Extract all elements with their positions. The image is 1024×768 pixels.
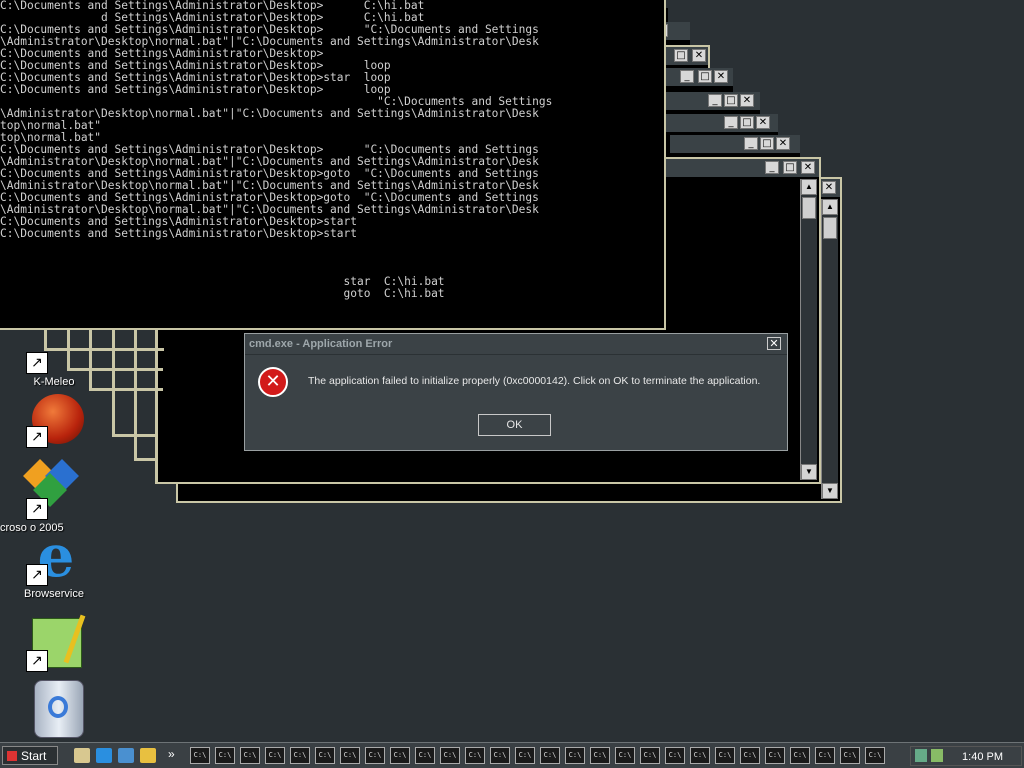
console-window[interactable]: C:\Documents and Settings\Administrator\… — [0, 0, 666, 330]
clock[interactable]: 1:40 PM — [962, 751, 1003, 763]
ok-button[interactable]: OK — [478, 414, 551, 436]
taskbar-console-button[interactable]: C:\ — [690, 747, 710, 764]
taskbar-console-button[interactable]: C:\ — [765, 747, 785, 764]
taskbar-console-button[interactable]: C:\ — [265, 747, 285, 764]
maximize-icon[interactable]: □ — [698, 70, 712, 83]
taskbar-console-button[interactable]: C:\ — [615, 747, 635, 764]
scroll-down-icon[interactable]: ▼ — [801, 464, 817, 480]
taskbar-console-button[interactable]: C:\ — [665, 747, 685, 764]
taskbar-console-button[interactable]: C:\ — [640, 747, 660, 764]
taskbar-console-button[interactable]: C:\ — [365, 747, 385, 764]
minimize-icon[interactable]: _ — [680, 70, 694, 83]
start-button[interactable]: Start — [2, 746, 58, 765]
maximize-icon[interactable]: □ — [674, 49, 688, 62]
recycle-bin-icon — [24, 678, 84, 738]
taskbar-console-button[interactable]: C:\ — [215, 747, 235, 764]
shortcut-arrow-icon: ↗ — [26, 352, 48, 374]
taskbar-console-button[interactable]: C:\ — [415, 747, 435, 764]
close-icon[interactable]: ✕ — [776, 137, 790, 150]
start-label: Start — [21, 749, 47, 763]
maximize-icon[interactable]: □ — [760, 137, 774, 150]
shortcut-arrow-icon: ↗ — [26, 498, 48, 520]
scroll-up-icon[interactable]: ▲ — [822, 199, 838, 215]
console-output: C:\Documents and Settings\Administrator\… — [0, 0, 553, 300]
minimize-icon[interactable]: _ — [744, 137, 758, 150]
application-error-dialog[interactable]: cmd.exe - Application Error ✕ ✕ The appl… — [244, 333, 788, 451]
error-icon: ✕ — [258, 367, 288, 397]
minimize-icon[interactable]: _ — [708, 94, 722, 107]
taskbar-console-button[interactable]: C:\ — [565, 747, 585, 764]
taskbar-console-button[interactable]: C:\ — [240, 747, 260, 764]
maximize-icon[interactable]: □ — [724, 94, 738, 107]
taskbar-console-button[interactable]: C:\ — [840, 747, 860, 764]
close-icon[interactable]: ✕ — [756, 116, 770, 129]
taskbar-console-button[interactable]: C:\ — [315, 747, 335, 764]
taskbar-console-button[interactable]: C:\ — [790, 747, 810, 764]
scrollbar[interactable]: ▲ ▼ — [800, 179, 817, 480]
taskbar-console-button[interactable]: C:\ — [490, 747, 510, 764]
dialog-message: The application failed to initialize pro… — [308, 375, 761, 387]
quick-launch-chevron[interactable]: » — [168, 747, 175, 761]
frame-line — [134, 458, 156, 461]
taskbar-console-button[interactable]: C:\ — [190, 747, 210, 764]
desktop-icon-red-ball[interactable]: ↗ — [18, 390, 90, 450]
close-icon[interactable]: ✕ — [822, 181, 836, 194]
search-icon[interactable] — [140, 748, 156, 763]
desktop-icon-label: K-Meleo — [33, 376, 75, 388]
taskbar-console-button[interactable]: C:\ — [465, 747, 485, 764]
taskbar-console-button[interactable]: C:\ — [740, 747, 760, 764]
taskbar: Start » C:\ C:\ C:\ C:\ C:\ C:\ C:\ C:\ C:\ C:\ C:… — [0, 742, 1024, 768]
desktop-icon-internet-explorer[interactable]: e ↗ Browservice — [18, 527, 90, 600]
internet-explorer-icon: e ↗ — [24, 527, 84, 588]
maximize-icon[interactable]: □ — [740, 116, 754, 129]
taskbar-console-button[interactable]: C:\ — [540, 747, 560, 764]
taskbar-console-button[interactable]: C:\ — [815, 747, 835, 764]
scrollbar[interactable]: ▲ ▼ — [821, 199, 838, 499]
paint-frog-icon: ↗ — [24, 614, 86, 674]
minimize-icon[interactable]: _ — [724, 116, 738, 129]
taskbar-console-button[interactable]: C:\ — [390, 747, 410, 764]
minimize-icon[interactable]: _ — [765, 161, 779, 174]
windows-flag-icon — [7, 751, 17, 761]
desktop-icon-paint-frog[interactable]: ↗ — [18, 614, 90, 674]
close-icon[interactable]: ✕ — [692, 49, 706, 62]
system-tray: 1:40 PM — [910, 746, 1022, 766]
outlook-icon[interactable] — [118, 748, 134, 763]
taskbar-console-button[interactable]: C:\ — [865, 747, 885, 764]
shortcut-arrow-icon: ↗ — [26, 426, 48, 448]
internet-explorer-icon[interactable] — [96, 748, 112, 763]
network-icon[interactable] — [915, 749, 927, 762]
close-icon[interactable]: ✕ — [740, 94, 754, 107]
tray-app-icon[interactable] — [931, 749, 943, 762]
scroll-up-icon[interactable]: ▲ — [801, 179, 817, 195]
shortcut-arrow-icon: ↗ — [26, 650, 48, 672]
dialog-title: cmd.exe - Application Error — [245, 334, 787, 355]
scroll-thumb[interactable] — [802, 197, 816, 219]
taskbar-console-button[interactable]: C:\ — [715, 747, 735, 764]
taskbar-console-button[interactable]: C:\ — [340, 747, 360, 764]
maximize-icon[interactable]: □ — [783, 161, 797, 174]
close-icon[interactable]: ✕ — [714, 70, 728, 83]
shortcut-arrow-icon: ↗ — [26, 564, 48, 586]
close-icon[interactable]: ✕ — [767, 337, 781, 350]
desktop-icon-recycle-bin[interactable] — [18, 678, 90, 738]
show-desktop-icon[interactable] — [74, 748, 90, 763]
desktop-icon-k-meleo[interactable]: ↗ K-Meleo — [18, 348, 90, 388]
frame-line — [89, 388, 163, 391]
scroll-down-icon[interactable]: ▼ — [822, 483, 838, 499]
taskbar-console-button[interactable]: C:\ — [590, 747, 610, 764]
taskbar-console-button[interactable]: C:\ — [440, 747, 460, 764]
taskbar-console-button[interactable]: C:\ — [515, 747, 535, 764]
red-ball-icon: ↗ — [24, 390, 84, 450]
scroll-thumb[interactable] — [823, 217, 837, 239]
close-icon[interactable]: ✕ — [801, 161, 815, 174]
visual-studio-icon: ↗ — [23, 459, 84, 522]
taskbar-console-button[interactable]: C:\ — [290, 747, 310, 764]
